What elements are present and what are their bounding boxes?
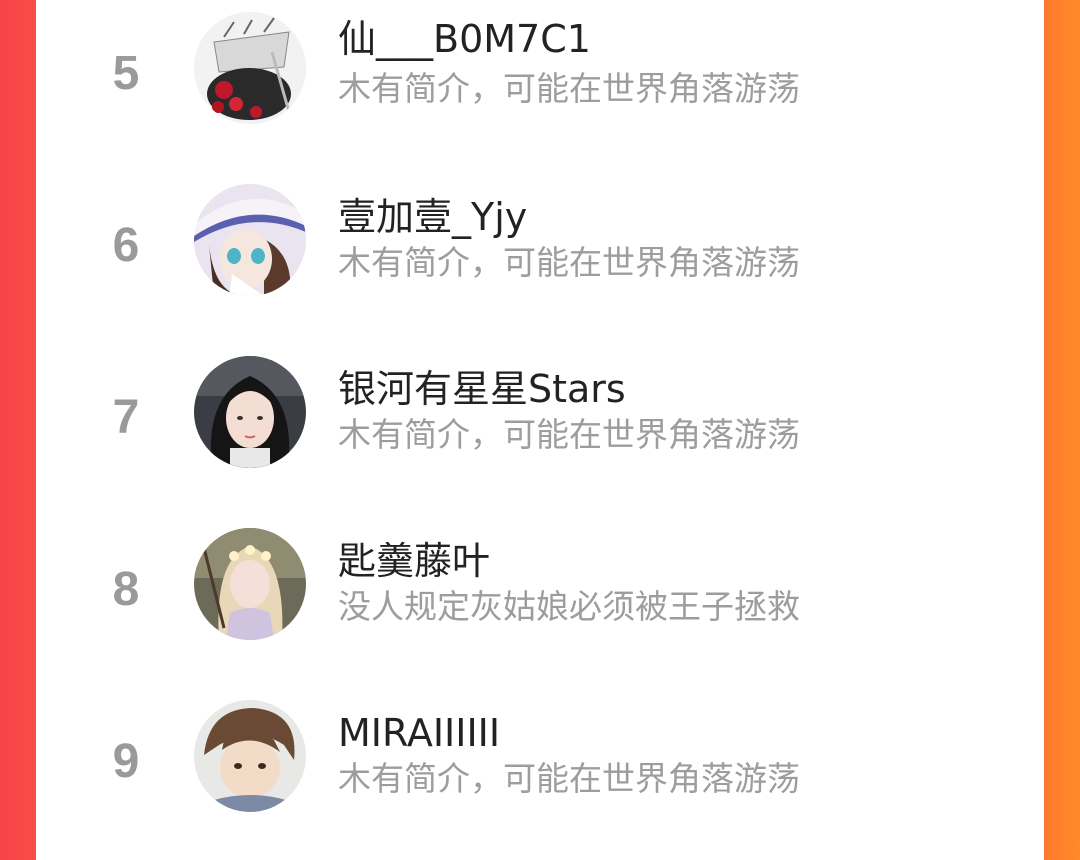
girl-photo-avatar-icon [194,356,306,468]
user-bio: 木有简介，可能在世界角落游荡 [338,759,800,798]
list-item[interactable]: 9 MIRAIIIIII 木有简介，可能在世界角落游荡 [36,688,1044,860]
list-item[interactable]: 8 匙羹藤叶 没人规定灰姑娘必须被王子拯救 [36,516,1044,688]
avatar[interactable] [194,528,306,640]
user-name[interactable]: MIRAIIIIII [338,714,500,752]
ranking-list: 5 仙___B0M7C1 木有简介，可能在世界角落游荡 6 壹加壹_Yjy 木有… [36,0,1044,843]
user-bio: 木有简介，可能在世界角落游荡 [338,69,800,108]
user-name[interactable]: 匙羹藤叶 [338,542,490,580]
avatar[interactable] [194,356,306,468]
list-item[interactable]: 7 银河有星星Stars 木有简介，可能在世界角落游荡 [36,344,1044,516]
avatar[interactable] [194,184,306,296]
rank-number: 7 [112,391,140,444]
list-item[interactable]: 6 壹加壹_Yjy 木有简介，可能在世界角落游荡 [36,172,1044,344]
user-name[interactable]: 仙___B0M7C1 [338,20,591,58]
avatar[interactable] [194,700,306,812]
list-item[interactable]: 5 仙___B0M7C1 木有简介，可能在世界角落游荡 [36,0,1044,172]
ink-flower-avatar-icon [194,12,306,124]
user-bio: 木有简介，可能在世界角落游荡 [338,243,800,282]
user-bio: 木有简介，可能在世界角落游荡 [338,415,800,454]
user-name[interactable]: 银河有星星Stars [338,370,626,408]
user-bio: 没人规定灰姑娘必须被王子拯救 [338,587,800,626]
rank-number: 5 [112,47,140,100]
anime-boy-avatar-icon [194,700,306,812]
rank-number: 9 [112,735,140,788]
rank-number: 6 [112,219,140,272]
avatar[interactable] [194,12,306,124]
user-name[interactable]: 壹加壹_Yjy [338,198,527,236]
anime-girl-hat-avatar-icon [194,184,306,296]
fairy-illustration-avatar-icon [194,528,306,640]
rank-number: 8 [112,563,140,616]
